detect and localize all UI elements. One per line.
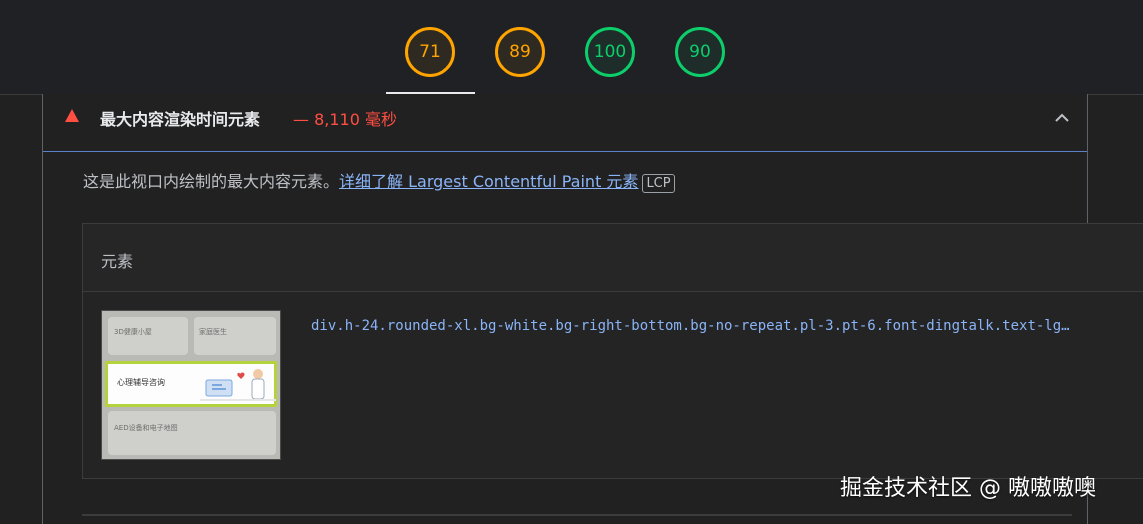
score-gauge-accessibility[interactable]: 89 <box>495 27 545 77</box>
description-text: 这是此视口内绘制的最大内容元素。 <box>83 172 340 191</box>
details-table: 元素 3D健康小屋 家庭医生 心理辅导咨询 AED设备和电子地图 div.h-2… <box>82 223 1143 479</box>
node-selector[interactable]: div.h-24.rounded-xl.bg-white.bg-right-bo… <box>311 318 1070 334</box>
score-gauges-bar: 71 89 100 90 <box>0 0 1143 95</box>
learn-more-link[interactable]: 详细了解 Largest Contentful Paint 元素 <box>339 172 638 191</box>
element-screenshot-thumbnail[interactable]: 3D健康小屋 家庭医生 心理辅导咨询 AED设备和电子地图 <box>101 310 281 460</box>
thumbnail-label: AED设备和电子地图 <box>114 424 178 432</box>
score-gauge-best-practices[interactable]: 100 <box>585 27 635 77</box>
audit-description: 这是此视口内绘制的最大内容元素。详细了解 Largest Contentful … <box>83 168 675 193</box>
score-value: 100 <box>593 42 627 62</box>
audit-display-value: — 8,110 毫秒 <box>293 106 397 130</box>
column-header-element: 元素 <box>101 252 134 271</box>
audit-header[interactable]: 最大内容渲染时间元素 — 8,110 毫秒 <box>43 94 1087 152</box>
watermark: 掘金技术社区 @ 嗷嗷嗷噢 <box>840 476 1096 501</box>
fail-triangle-icon <box>65 109 79 122</box>
audit-separator: — <box>293 110 309 129</box>
lcp-badge: LCP <box>642 174 675 193</box>
table-row: 3D健康小屋 家庭医生 心理辅导咨询 AED设备和电子地图 div.h-24.r… <box>83 292 1143 478</box>
chevron-up-icon[interactable] <box>1051 106 1073 128</box>
table-header: 元素 <box>83 224 1143 292</box>
score-value: 71 <box>419 42 441 62</box>
doctor-illustration-icon <box>200 369 276 401</box>
audit-value: 8,110 毫秒 <box>314 110 397 129</box>
score-value: 89 <box>509 42 531 62</box>
thumbnail-label: 3D健康小屋 <box>114 328 152 336</box>
score-gauge-performance[interactable]: 71 <box>405 27 455 77</box>
score-gauge-seo[interactable]: 90 <box>675 27 725 77</box>
thumbnail-card <box>108 411 276 455</box>
highlight-label: 心理辅导咨询 <box>117 378 165 387</box>
thumbnail-label: 家庭医生 <box>199 328 227 336</box>
audit-title: 最大内容渲染时间元素 <box>100 110 261 129</box>
lcp-highlight-box: 心理辅导咨询 <box>105 361 277 407</box>
score-value: 90 <box>689 42 711 62</box>
